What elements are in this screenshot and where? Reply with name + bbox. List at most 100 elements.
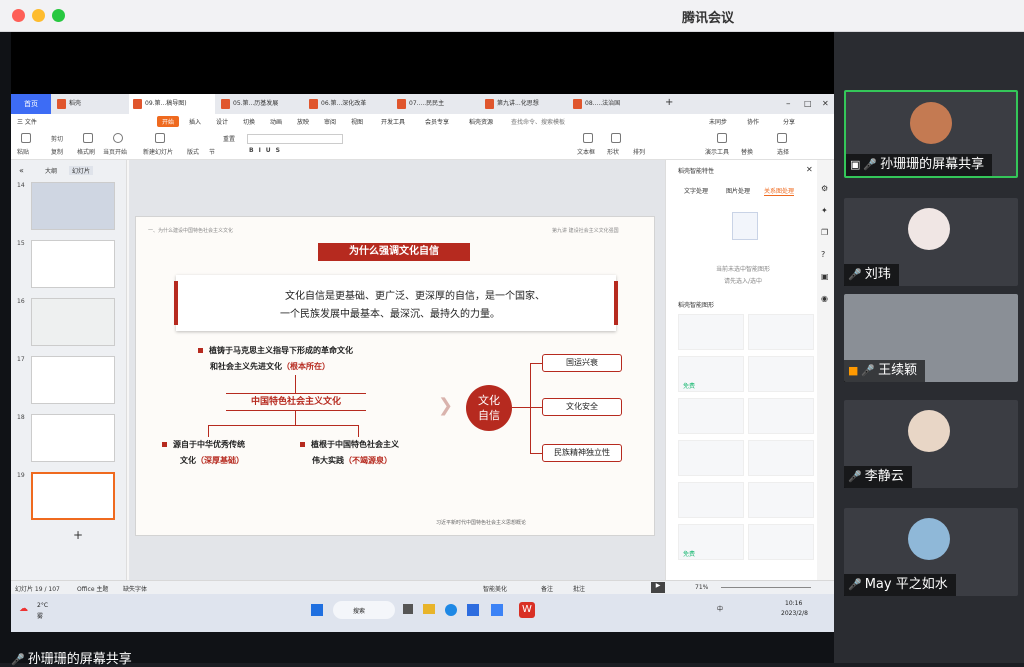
participant-tile[interactable]: 🎤 刘玮 xyxy=(844,198,1018,286)
template-card[interactable]: 免费 xyxy=(678,524,744,560)
location-icon[interactable]: ◉ xyxy=(821,294,828,303)
menu-file[interactable]: 三 文件 xyxy=(17,117,37,126)
home-tab[interactable]: 首页 xyxy=(11,94,51,114)
tab-relation-processing[interactable]: 关系图处理 xyxy=(764,186,795,196)
wps-taskbar-icon[interactable]: W xyxy=(519,602,535,618)
tab-doc-6[interactable]: 08.....法治国 xyxy=(569,94,655,114)
slide-thumbnail-16[interactable] xyxy=(31,298,115,346)
search-command-input[interactable]: 查找命令、搜索模板 xyxy=(511,117,565,126)
new-tab-button[interactable]: + xyxy=(661,94,677,114)
copy-button[interactable]: 复制 xyxy=(51,147,63,156)
template-card[interactable] xyxy=(748,524,814,560)
template-card[interactable] xyxy=(748,356,814,392)
menu-view[interactable]: 视图 xyxy=(351,117,363,126)
slides-tab[interactable]: 幻灯片 xyxy=(69,166,94,175)
template-card[interactable] xyxy=(678,440,744,476)
layout-button[interactable]: 版式 xyxy=(187,147,199,156)
play-slideshow-button[interactable]: ▶ xyxy=(651,582,665,593)
file-explorer-icon[interactable] xyxy=(423,604,435,614)
image-icon[interactable]: ▣ xyxy=(821,272,829,281)
participant-tile[interactable]: 🎤 May 平之如水 xyxy=(844,508,1018,596)
outline-tab[interactable]: 大纲 xyxy=(45,166,57,175)
menu-slideshow[interactable]: 放映 xyxy=(297,117,309,126)
settings-icon[interactable]: ⚙ xyxy=(821,184,828,193)
close-icon[interactable]: ✕ xyxy=(819,94,833,114)
textbox-button[interactable]: 文本框 xyxy=(577,147,595,156)
collaborate-button[interactable]: 协作 xyxy=(747,117,759,126)
start-icon[interactable] xyxy=(311,604,323,616)
presenter-tools-button[interactable]: 演示工具 xyxy=(705,147,729,156)
slide-thumbnail-14[interactable] xyxy=(31,182,115,230)
meeting-app-icon[interactable] xyxy=(491,604,503,616)
menu-insert[interactable]: 插入 xyxy=(189,117,201,126)
section-button[interactable]: 节 xyxy=(209,147,215,156)
template-card[interactable] xyxy=(748,482,814,518)
zoom-slider[interactable] xyxy=(721,587,811,588)
zoom-level[interactable]: 71% xyxy=(695,584,708,591)
menu-animation[interactable]: 动画 xyxy=(270,117,282,126)
copy-icon[interactable]: ❐ xyxy=(821,228,828,237)
paste-icon[interactable] xyxy=(21,133,31,143)
tab-doc-3[interactable]: 06.第...深化改革 xyxy=(305,94,391,114)
slide-thumbnail-17[interactable] xyxy=(31,356,115,404)
tab-doc-4[interactable]: 07.....民民主 xyxy=(393,94,479,114)
taskbar-search[interactable]: 搜索 xyxy=(333,601,395,619)
menu-transition[interactable]: 切换 xyxy=(243,117,255,126)
slide-thumbnail-19[interactable] xyxy=(31,472,115,520)
ime-indicator[interactable]: 中 xyxy=(717,604,723,613)
paste-button[interactable]: 粘贴 xyxy=(17,147,29,156)
theme-name[interactable]: Office 主题 xyxy=(77,584,108,593)
task-view-icon[interactable] xyxy=(403,604,413,614)
edge-icon[interactable] xyxy=(445,604,457,616)
template-card[interactable]: 免费 xyxy=(678,356,744,392)
menu-docer[interactable]: 稻壳资源 xyxy=(469,117,493,126)
missing-font[interactable]: 缺失字体 xyxy=(123,584,147,593)
tab-doc-2[interactable]: 05.第...历基发展 xyxy=(217,94,303,114)
participant-tile[interactable]: ■ 🎤 王续颖 xyxy=(844,294,1018,382)
menu-developer[interactable]: 开发工具 xyxy=(381,117,405,126)
start-from-current-button[interactable]: 当页开始 xyxy=(103,147,127,156)
collapse-panel-icon[interactable]: « xyxy=(19,166,24,175)
menu-start[interactable]: 开始 xyxy=(157,116,180,127)
template-card[interactable] xyxy=(678,398,744,434)
new-slide-button[interactable]: 新建幻灯片 xyxy=(143,147,173,156)
slide-thumbnail-18[interactable] xyxy=(31,414,115,462)
tab-doc-1[interactable]: 09.第...稿导图) xyxy=(129,94,215,114)
tab-text-processing[interactable]: 文字处理 xyxy=(684,186,708,195)
new-slide-icon[interactable] xyxy=(155,133,165,143)
replace-button[interactable]: 替换 xyxy=(741,147,753,156)
reset-button[interactable]: 重置 xyxy=(223,134,235,143)
select-icon[interactable] xyxy=(777,133,787,143)
font-name-select[interactable] xyxy=(247,134,343,144)
menu-design[interactable]: 设计 xyxy=(216,117,228,126)
template-card[interactable] xyxy=(748,398,814,434)
template-card[interactable] xyxy=(748,314,814,350)
template-card[interactable] xyxy=(678,314,744,350)
menu-vip[interactable]: 会员专享 xyxy=(425,117,449,126)
shape-icon[interactable] xyxy=(611,133,621,143)
textbox-icon[interactable] xyxy=(583,133,593,143)
menu-review[interactable]: 审阅 xyxy=(324,117,336,126)
help-icon[interactable]: ? xyxy=(821,250,825,259)
template-card[interactable] xyxy=(748,440,814,476)
minimize-icon[interactable]: – xyxy=(783,94,797,114)
sync-status[interactable]: 未同步 xyxy=(709,117,727,126)
tab-image-processing[interactable]: 图片处理 xyxy=(726,186,750,195)
tab-doc-5[interactable]: 第九讲...化思想 xyxy=(481,94,567,114)
cut-button[interactable]: 剪切 xyxy=(51,134,63,143)
close-icon[interactable]: ✕ xyxy=(806,165,813,174)
template-card[interactable] xyxy=(678,482,744,518)
shape-button[interactable]: 形状 xyxy=(607,147,619,156)
slide-thumbnail-15[interactable] xyxy=(31,240,115,288)
format-painter-button[interactable]: 格式刷 xyxy=(77,147,95,156)
smart-beautify-button[interactable]: 智能美化 xyxy=(483,584,507,593)
add-slide-button[interactable]: + xyxy=(73,528,83,542)
tab-wps-docer[interactable]: 稻壳 xyxy=(53,94,123,114)
participant-tile[interactable]: ▣ 🎤 孙珊珊的屏幕共享 xyxy=(844,90,1018,178)
play-icon[interactable] xyxy=(113,133,123,143)
share-button[interactable]: 分享 xyxy=(783,117,795,126)
current-slide[interactable]: 一、为什么建设中国特色社会主义文化 第九讲 建设社会主义文化强国 为什么强调文化… xyxy=(135,216,655,536)
presenter-tools-icon[interactable] xyxy=(717,133,727,143)
arrange-button[interactable]: 排列 xyxy=(633,147,645,156)
notes-button[interactable]: 备注 xyxy=(541,584,553,593)
